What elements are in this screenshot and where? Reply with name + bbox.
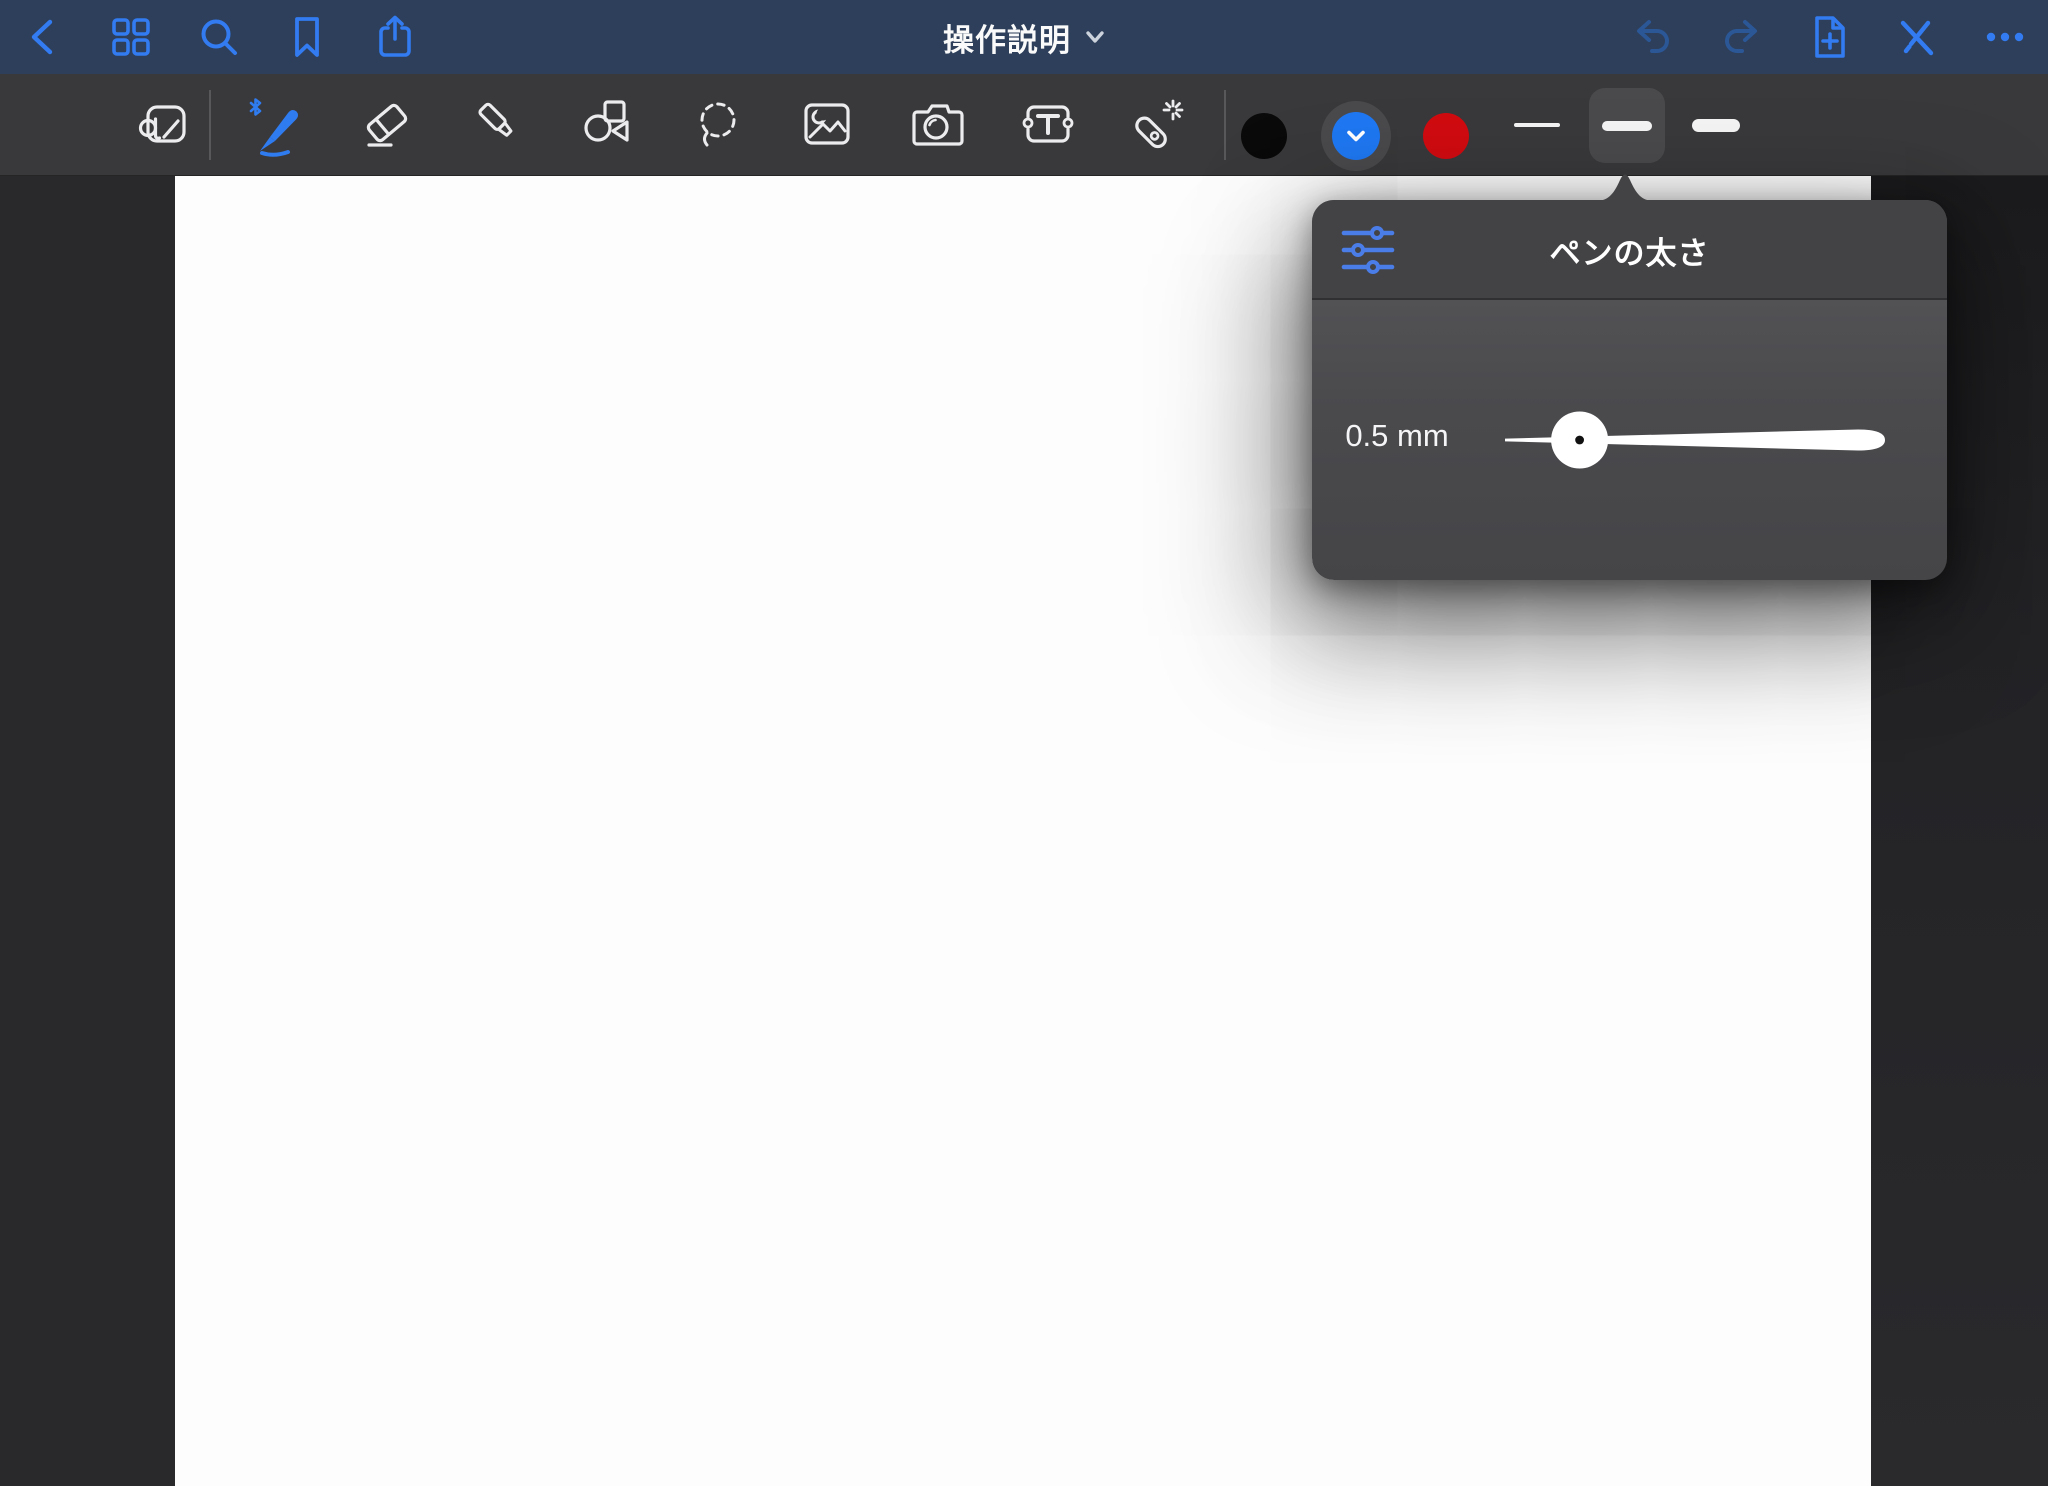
tools-toolbar [0,74,2048,176]
pen-thickness-value: 0.5 mm [1342,418,1452,454]
chevron-down-icon [1345,129,1367,143]
thickness-medium[interactable] [1589,88,1665,163]
bookmarks-button[interactable] [275,5,339,69]
stylus-off-icon [1895,15,1939,59]
add-page-icon [1809,14,1849,60]
nav-right-group [1597,0,2037,74]
image-icon [797,95,857,155]
search-icon [197,15,241,59]
color-swatch-red[interactable] [1423,113,1469,159]
medium-line-icon [1602,121,1652,131]
canvas-margin-left [0,176,175,1486]
document-title[interactable]: 操作説明 [943,15,1105,60]
popover-title: ペンの太さ [1312,200,1947,300]
slider-thumb-dot [1575,436,1584,445]
popover-arrow [1595,173,1655,201]
tool-eraser[interactable] [355,93,419,157]
top-navigation-bar: 操作説明 [0,0,2048,74]
more-button[interactable] [1973,5,2037,69]
redo-button[interactable] [1709,5,1773,69]
pen-thickness-slider[interactable] [1492,390,1912,490]
bookmark-icon [287,15,327,59]
text-box-icon [1016,95,1080,155]
redo-icon [1719,17,1763,57]
tool-highlighter[interactable] [468,93,532,157]
more-ellipsis-icon [1983,29,2027,45]
pen-thickness-popover: ペンの太さ 0.5 mm [1312,200,1947,580]
document-title-text: 操作説明 [943,15,1071,60]
search-button[interactable] [187,5,251,69]
pen-icon [242,93,306,157]
laser-pointer-icon [1126,94,1188,156]
goodnotes-app: 操作説明 [0,0,2048,1486]
thumbnails-grid-icon [110,16,152,58]
tool-image[interactable] [795,93,859,157]
toolbar-separator [209,90,211,160]
lasso-icon [688,95,748,155]
popover-header: ペンの太さ [1312,200,1947,300]
back-button[interactable] [11,5,75,69]
thickness-thick[interactable] [1684,93,1748,157]
tool-laser-pointer[interactable] [1125,93,1189,157]
zoom-window-icon [133,95,193,155]
chevron-down-icon [1085,30,1105,44]
thickness-thin[interactable] [1505,93,1569,157]
tool-lasso[interactable] [686,93,750,157]
add-page-button[interactable] [1797,5,1861,69]
color-swatch-black[interactable] [1241,113,1287,159]
pages-overview-button[interactable] [99,5,163,69]
nav-left-group [0,0,451,74]
share-icon [374,14,416,60]
toolbar-separator [1224,90,1226,160]
color-swatch-blue-selected[interactable] [1321,101,1391,171]
camera-icon [907,95,969,155]
thick-line-icon [1692,119,1740,132]
back-chevron-icon [23,15,63,59]
tool-camera[interactable] [906,93,970,157]
highlighter-icon [470,95,530,155]
undo-icon [1631,17,1675,57]
eraser-icon [357,95,417,155]
tool-text[interactable] [1016,93,1080,157]
undo-button[interactable] [1621,5,1685,69]
share-button[interactable] [363,5,427,69]
shapes-icon [575,94,637,156]
tool-zoom-window[interactable] [131,93,195,157]
tool-shapes[interactable] [574,93,638,157]
thin-line-icon [1514,123,1560,127]
stylus-toggle-button[interactable] [1885,5,1949,69]
tool-pen[interactable] [242,93,306,157]
color-swatch-blue [1332,112,1380,160]
